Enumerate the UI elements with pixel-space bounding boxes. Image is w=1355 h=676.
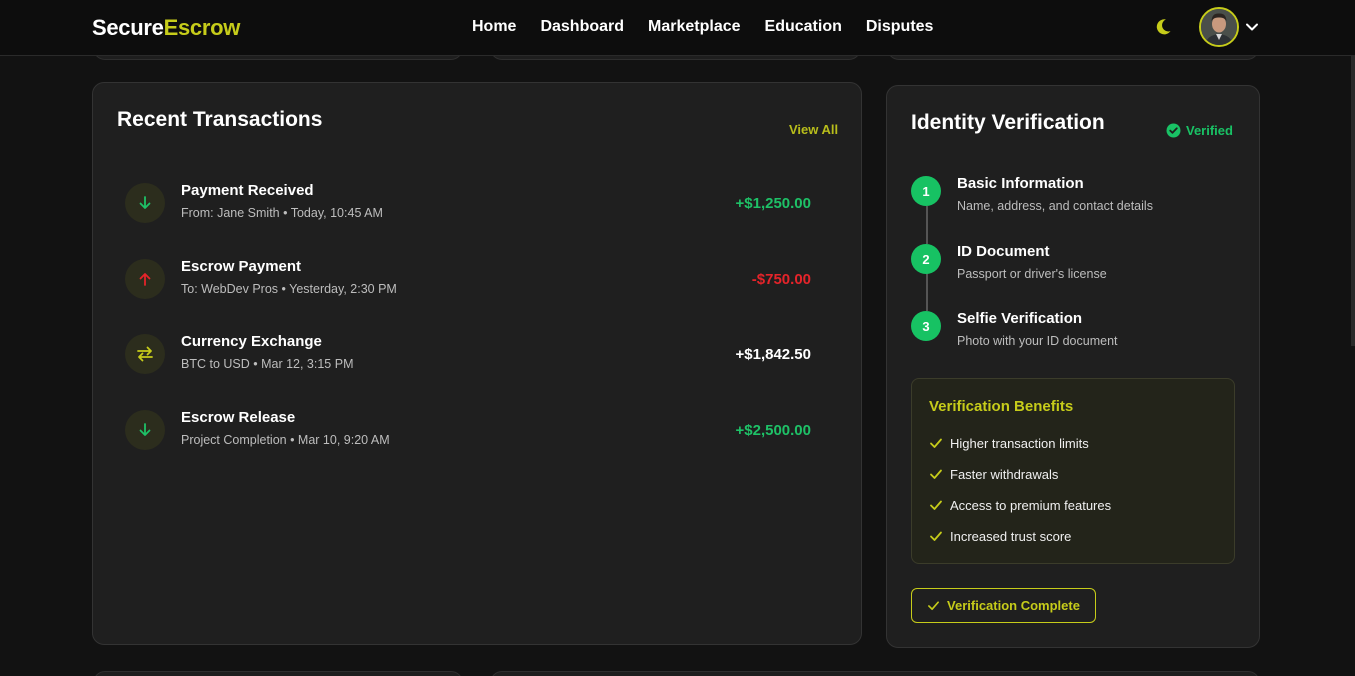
card-partial-bottom [93,671,463,676]
nav-dashboard[interactable]: Dashboard [540,18,624,36]
transaction-amount: +$1,250.00 [735,195,812,212]
identity-verification-card: Identity Verification Verified 1 Basic I… [886,85,1260,648]
check-icon [928,601,940,611]
exchange-icon [125,334,165,374]
transaction-details: From: Jane Smith • Today, 10:45 AM [181,206,383,220]
transaction-row[interactable]: Escrow Release Project Completion • Mar … [125,409,812,454]
avatar[interactable] [1199,7,1239,47]
arrow-up-icon [125,259,165,299]
recent-transactions-card: Recent Transactions View All Payment Rec… [92,82,862,645]
transaction-details: BTC to USD • Mar 12, 3:15 PM [181,357,354,371]
chevron-down-icon[interactable] [1245,20,1259,34]
step-description: Passport or driver's license [957,267,1107,281]
verification-complete-button[interactable]: Verification Complete [911,588,1096,623]
verification-step: 2 ID Document Passport or driver's licen… [911,243,1241,288]
step-description: Name, address, and contact details [957,199,1153,213]
nav-education[interactable]: Education [765,18,842,36]
nav-home[interactable]: Home [472,18,516,36]
verification-benefits-box: Verification Benefits Higher transaction… [911,378,1235,564]
check-icon [930,500,942,510]
top-navbar: SecureEscrow Home Dashboard Marketplace … [0,0,1355,56]
main-nav: Home Dashboard Marketplace Education Dis… [472,18,933,36]
benefit-item: Higher transaction limits [929,434,1089,452]
step-number: 2 [911,244,941,274]
nav-marketplace[interactable]: Marketplace [648,18,741,36]
transaction-details: Project Completion • Mar 10, 9:20 AM [181,433,390,447]
recent-transactions-title: Recent Transactions [117,108,323,131]
step-title: ID Document [957,243,1050,260]
benefit-text: Access to premium features [950,497,1112,513]
transaction-row[interactable]: Currency Exchange BTC to USD • Mar 12, 3… [125,333,812,378]
verification-complete-label: Verification Complete [947,598,1080,613]
step-number: 1 [911,176,941,206]
verification-step: 3 Selfie Verification Photo with your ID… [911,310,1241,355]
benefit-item: Access to premium features [929,496,1111,514]
logo-text-escrow: Escrow [163,15,241,40]
transaction-title: Currency Exchange [181,333,322,350]
transaction-row[interactable]: Payment Received From: Jane Smith • Toda… [125,182,812,227]
benefit-text: Faster withdrawals [950,466,1059,482]
transaction-details: To: WebDev Pros • Yesterday, 2:30 PM [181,282,397,296]
avatar-photo [1201,9,1237,45]
logo-text-secure: Secure [92,15,164,40]
benefit-item: Faster withdrawals [929,465,1058,483]
step-title: Selfie Verification [957,310,1083,327]
transaction-amount: +$1,842.50 [735,346,812,363]
transaction-title: Escrow Payment [181,258,302,275]
step-title: Basic Information [957,175,1084,192]
transaction-row[interactable]: Escrow Payment To: WebDev Pros • Yesterd… [125,258,811,303]
identity-verification-title: Identity Verification [911,111,1105,134]
verified-status-text: Verified [1186,123,1233,138]
step-number: 3 [911,311,941,341]
benefits-title: Verification Benefits [929,398,1074,415]
transaction-title: Payment Received [181,182,314,199]
transaction-amount: +$2,500.00 [735,422,812,439]
check-circle-icon [1166,123,1181,138]
benefit-item: Increased trust score [929,527,1071,545]
view-all-link[interactable]: View All [789,122,838,137]
step-description: Photo with your ID document [957,334,1118,348]
verified-badge: Verified [1166,123,1233,138]
logo[interactable]: SecureEscrow [92,15,240,41]
check-icon [930,438,942,448]
benefit-text: Higher transaction limits [950,435,1089,451]
page-scrollbar[interactable] [1351,56,1355,346]
nav-disputes[interactable]: Disputes [866,18,934,36]
card-partial-bottom [490,671,1260,676]
transaction-title: Escrow Release [181,409,296,426]
benefit-text: Increased trust score [950,528,1072,544]
check-icon [930,469,942,479]
verification-step: 1 Basic Information Name, address, and c… [911,175,1241,220]
arrow-down-icon [125,183,165,223]
arrow-down-icon [125,410,165,450]
transaction-amount: -$750.00 [751,271,811,288]
check-icon [930,531,942,541]
moon-icon[interactable] [1153,17,1173,37]
